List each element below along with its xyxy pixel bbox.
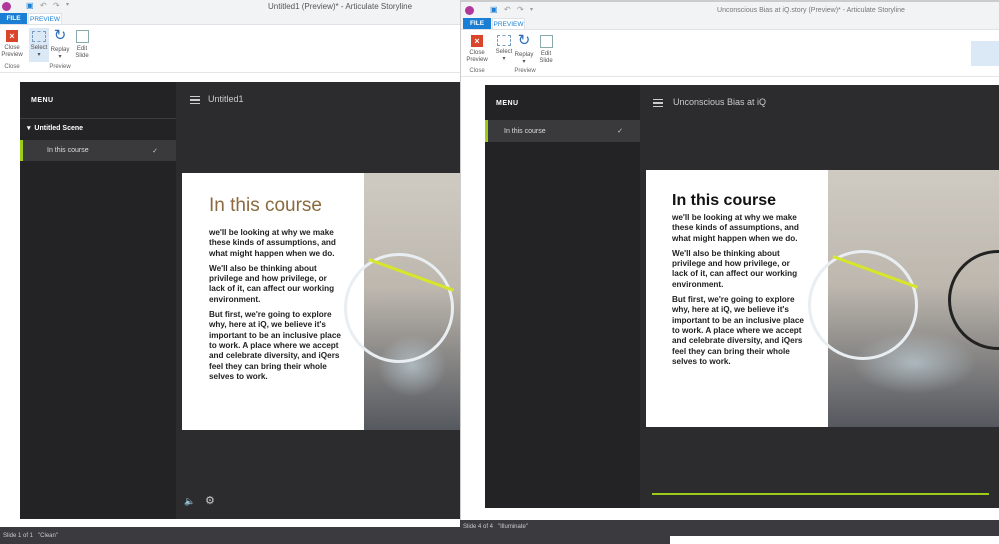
group-close-label: Close bbox=[469, 68, 485, 74]
replay-icon: ↻ bbox=[53, 27, 67, 44]
hamburger-menu-icon[interactable] bbox=[190, 96, 200, 104]
slide-heading: In this course bbox=[672, 192, 777, 209]
player: MENU ▾ Untitled Scene In this course ✓ U… bbox=[20, 82, 460, 519]
replay-button[interactable]: ↻ Replay ▾ bbox=[50, 28, 70, 61]
check-icon: ✓ bbox=[152, 147, 158, 155]
bicycle-photo bbox=[344, 173, 460, 430]
player: MENU In this course ✓ Unconscious Bias a… bbox=[485, 85, 999, 508]
edit-slide-icon bbox=[75, 30, 89, 43]
redo-icon[interactable]: ↷ bbox=[517, 5, 524, 14]
undo-icon[interactable]: ↶ bbox=[40, 1, 47, 10]
paragraph: But first, we're going to explore why, h… bbox=[209, 310, 341, 381]
active-indicator bbox=[485, 120, 488, 142]
ribbon-tabs: FILE PREVIEW bbox=[461, 18, 999, 30]
window-title: Unconscious Bias at iQ.story (Preview)* … bbox=[717, 7, 905, 14]
close-preview-button[interactable]: × Close Preview bbox=[466, 35, 488, 64]
slide: In this course we'll be looking at why w… bbox=[182, 173, 460, 430]
group-close-label: Close bbox=[4, 64, 20, 70]
settings-gear-icon[interactable]: ⚙ bbox=[205, 494, 215, 507]
slide-body: we'll be looking at why we make these ki… bbox=[672, 213, 807, 372]
edit-slide-button[interactable]: Edit Slide bbox=[536, 35, 556, 65]
menu-heading: MENU bbox=[31, 97, 54, 104]
close-icon: × bbox=[6, 30, 18, 42]
ribbon: × Close Preview Close Select ▾ ↻ Replay ▾ … bbox=[461, 30, 999, 77]
player-title: Untitled1 bbox=[208, 94, 244, 104]
storyline-logo bbox=[465, 6, 474, 15]
paragraph: But first, we're going to explore why, h… bbox=[672, 295, 804, 366]
check-icon: ✓ bbox=[617, 128, 623, 135]
title-bar: ▣ ↶ ↷ ▾ Unconscious Bias at iQ.story (Pr… bbox=[461, 0, 999, 18]
edit-slide-button[interactable]: Edit Slide bbox=[72, 30, 92, 60]
group-preview-label: Preview bbox=[514, 68, 536, 74]
undo-icon[interactable]: ↶ bbox=[504, 5, 511, 14]
right-status-bar: Slide 4 of 4 "Illuminate" bbox=[460, 520, 999, 544]
customize-icon[interactable]: ▾ bbox=[530, 6, 533, 13]
tab-preview[interactable]: PREVIEW bbox=[492, 18, 525, 29]
select-button[interactable]: Select ▾ bbox=[494, 33, 514, 63]
active-indicator bbox=[20, 140, 23, 161]
slide: In this course we'll be looking at why w… bbox=[646, 170, 999, 427]
save-icon[interactable]: ▣ bbox=[26, 1, 34, 10]
ribbon: × Close Preview Close Select ▾ ↻ Replay ▾ … bbox=[0, 25, 460, 73]
menu-item-in-this-course[interactable]: In this course ✓ bbox=[485, 120, 640, 142]
text-panel: In this course we'll be looking at why w… bbox=[646, 170, 828, 427]
right-storyline-window: ▣ ↶ ↷ ▾ Unconscious Bias at iQ.story (Pr… bbox=[460, 0, 999, 520]
save-icon[interactable]: ▣ bbox=[490, 5, 498, 14]
menu-item-in-this-course[interactable]: In this course ✓ bbox=[20, 140, 176, 161]
menu-sidebar: MENU In this course ✓ bbox=[485, 85, 640, 508]
bicycle-photo bbox=[808, 170, 999, 427]
paragraph: We'll also be thinking about privilege a… bbox=[209, 263, 335, 304]
progress-fill bbox=[652, 493, 989, 495]
paragraph: We'll also be thinking about privilege a… bbox=[672, 248, 798, 289]
volume-icon[interactable]: 🔈 bbox=[184, 496, 195, 507]
replay-icon: ↻ bbox=[517, 32, 531, 49]
window-title: Untitled1 (Preview)* - Articulate Storyl… bbox=[267, 2, 413, 11]
select-icon bbox=[497, 35, 511, 46]
close-icon: × bbox=[471, 35, 483, 47]
slide-heading: In this course bbox=[209, 195, 322, 216]
storyline-logo bbox=[2, 2, 11, 11]
edit-slide-icon bbox=[539, 35, 553, 48]
player-title: Unconscious Bias at iQ bbox=[673, 97, 767, 107]
left-storyline-window: ▣ ↶ ↷ ▾ Untitled1 (Preview)* - Articulat… bbox=[0, 0, 460, 527]
ribbon-tabs: FILE PREVIEW bbox=[0, 13, 460, 25]
group-preview-label: Preview bbox=[49, 64, 71, 70]
replay-button[interactable]: ↻ Replay ▾ bbox=[514, 33, 534, 66]
menu-heading: MENU bbox=[496, 100, 519, 107]
scene-heading[interactable]: ▾ Untitled Scene bbox=[27, 124, 83, 132]
tab-preview[interactable]: PREVIEW bbox=[28, 13, 62, 24]
select-button[interactable]: Select ▾ bbox=[29, 28, 49, 62]
tab-file[interactable]: FILE bbox=[0, 13, 27, 24]
customize-icon[interactable]: ▾ bbox=[66, 1, 69, 8]
title-bar: ▣ ↶ ↷ ▾ Untitled1 (Preview)* - Articulat… bbox=[0, 0, 460, 13]
menu-sidebar: MENU ▾ Untitled Scene In this course ✓ bbox=[20, 82, 176, 519]
text-panel: In this course we'll be looking at why w… bbox=[182, 173, 364, 430]
bike-wheel bbox=[948, 250, 999, 350]
left-status-bar: Slide 1 of 1 "Clean" bbox=[0, 527, 460, 544]
device-preview-icon[interactable] bbox=[971, 41, 999, 66]
tab-file[interactable]: FILE bbox=[463, 18, 491, 29]
close-preview-button[interactable]: × Close Preview bbox=[1, 30, 23, 59]
slide-body: we'll be looking at why we make these ki… bbox=[209, 228, 344, 387]
zoom-slider[interactable] bbox=[670, 536, 999, 544]
select-icon bbox=[32, 31, 46, 42]
paragraph: we'll be looking at why we make these ki… bbox=[672, 213, 799, 243]
hamburger-menu-icon[interactable] bbox=[653, 99, 663, 107]
divider bbox=[20, 118, 176, 119]
paragraph: we'll be looking at why we make these ki… bbox=[209, 228, 336, 258]
progress-bar[interactable] bbox=[652, 493, 989, 495]
redo-icon[interactable]: ↷ bbox=[53, 1, 60, 10]
